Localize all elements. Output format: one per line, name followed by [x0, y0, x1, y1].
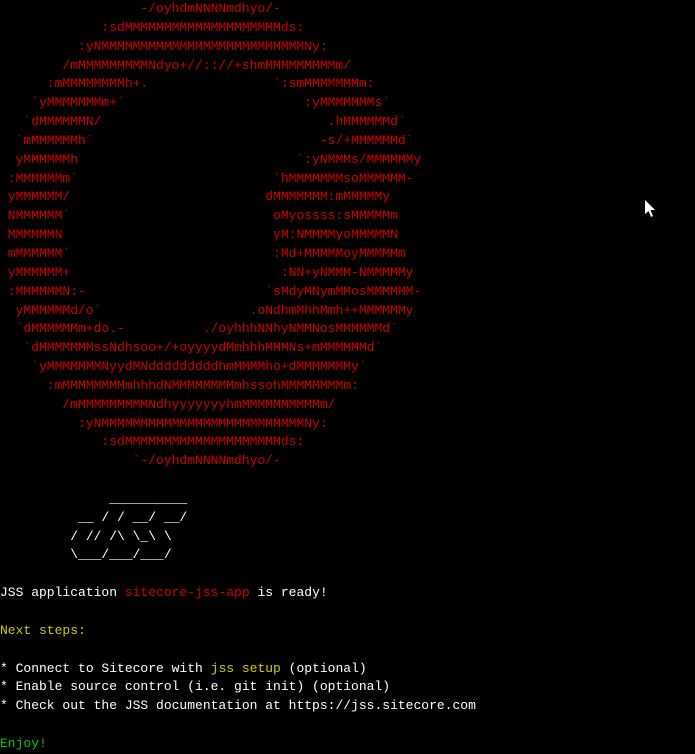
jss-ascii-logo: __________ __ / / __/ __/ / // /\ \_\ \ …: [0, 471, 695, 565]
enjoy-message: Enjoy!: [0, 735, 695, 754]
step-1-suffix: (optional): [281, 661, 367, 676]
step-2: * Enable source control (i.e. git init) …: [0, 678, 695, 697]
step-1-command: jss setup: [211, 661, 281, 676]
next-steps-header: Next steps:: [0, 622, 695, 641]
step-3: * Check out the JSS documentation at htt…: [0, 697, 695, 716]
app-ready-suffix: is ready!: [250, 585, 328, 600]
sitecore-ascii-logo: -/oyhdmNNNNmdhyo/- :sdMMMMMMMMMMMMMMMMMM…: [0, 0, 695, 471]
app-ready-line: JSS application sitecore-jss-app is read…: [0, 565, 695, 603]
app-ready-prefix: JSS application: [0, 585, 125, 600]
app-name: sitecore-jss-app: [125, 585, 250, 600]
step-1-prefix: * Connect to Sitecore with: [0, 661, 211, 676]
step-1: * Connect to Sitecore with jss setup (op…: [0, 641, 695, 679]
